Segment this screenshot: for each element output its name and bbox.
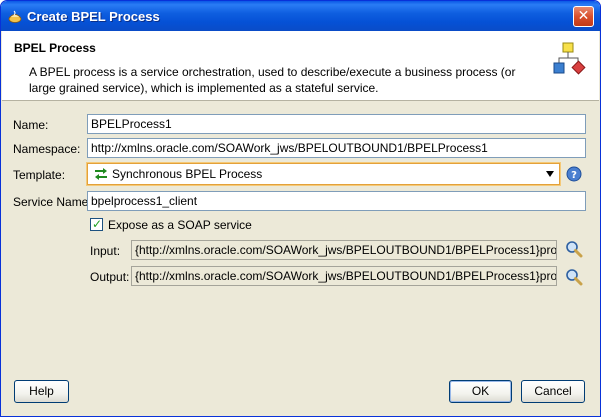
header-description: A BPEL process is a service orchestratio… [29,65,516,95]
chevron-down-icon[interactable] [546,171,554,177]
close-button[interactable]: ✕ [573,6,594,27]
header-title: BPEL Process [14,41,96,55]
help-icon[interactable]: ? [566,166,582,182]
input-field[interactable]: {http://xmlns.oracle.com/SOAWork_jws/BPE… [131,240,557,260]
svg-text:?: ? [571,170,577,181]
namespace-field[interactable]: http://xmlns.oracle.com/SOAWork_jws/BPEL… [87,138,586,158]
sync-arrows-icon [95,168,107,180]
template-select[interactable]: Synchronous BPEL Process [87,163,560,185]
output-field[interactable]: {http://xmlns.oracle.com/SOAWork_jws/BPE… [131,266,557,286]
bpel-process-diagram-icon [553,42,586,75]
output-label: Output: [90,270,130,284]
oracle-cup-icon [8,10,22,23]
expose-soap-label[interactable]: Expose as a SOAP service [108,218,252,232]
window-title: Create BPEL Process [27,9,160,24]
dialog-window: Create BPEL Process ✕ BPEL Process A BPE… [0,0,601,417]
service-name-field[interactable]: bpelprocess1_client [87,191,586,211]
close-icon: ✕ [577,8,590,24]
template-label: Template: [13,168,66,182]
ok-button[interactable]: OK [449,380,512,403]
template-selected-value: Synchronous BPEL Process [112,167,263,181]
input-label: Input: [90,244,121,258]
name-field[interactable]: BPELProcess1 [87,114,586,134]
search-icon[interactable] [565,268,583,286]
header-panel: BPEL Process A BPEL process is a service… [2,31,599,101]
cancel-button[interactable]: Cancel [521,380,585,403]
name-label: Name: [13,118,49,132]
namespace-label: Namespace: [13,142,81,156]
title-bar[interactable]: Create BPEL Process ✕ [1,1,600,31]
help-button[interactable]: Help [14,380,69,403]
service-name-label: Service Name: [13,195,92,209]
search-icon[interactable] [565,240,583,258]
checkmark-icon: ✓ [92,217,103,231]
expose-soap-checkbox[interactable]: ✓ [90,217,103,231]
